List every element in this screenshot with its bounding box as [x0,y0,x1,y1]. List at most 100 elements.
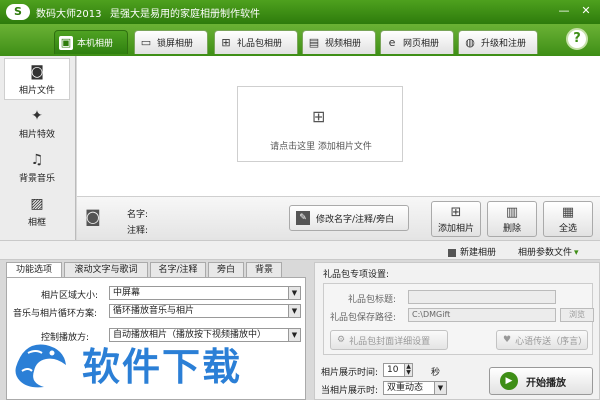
tab-web-album[interactable]: e 网页相册 [380,30,454,54]
delete-button[interactable]: ▥ 删除 [487,201,537,237]
tab-lockscreen-album[interactable]: ▭ 锁屏相册 [134,30,208,54]
minimize-button[interactable]: — [556,3,572,19]
tab-label: 本机相册 [77,39,114,49]
edit-name-note-button[interactable]: ✎ 修改名字/注释/旁白 [289,205,409,231]
sidebar-item-label: 相框 [27,217,46,228]
tab-label: 网页相册 [403,39,440,49]
display-time-spinner[interactable]: 10 ▲ ▼ [383,363,413,377]
app-slogan: 是强大是易用的家庭相册制作软件 [110,9,260,20]
album-params-label: 相册参数文件 [518,248,573,258]
sidebar-item-photo-files[interactable]: ◙ 相片文件 [4,58,70,100]
save-path-label: 礼品包保存路径: [330,313,397,323]
loop-scheme-select[interactable]: 循环播放音乐与相片 ▼ [109,304,301,318]
photo-area: ⊞ 请点击这里 添加相片文件 [77,56,600,196]
tab-name-note[interactable]: 名字/注释 [150,262,206,278]
new-album-link[interactable]: 新建相册 [448,245,496,258]
dragon-logo-icon [15,344,66,388]
play-icon: ▶ [500,372,518,390]
music-icon: ♫ [30,151,44,168]
tab-gift-album[interactable]: ⊞ 礼品包相册 [214,30,298,54]
effects-icon: ✦ [31,107,43,124]
options-tabs: 功能选项 滚动文字与歌词 名字/注释 旁白 背景 [6,262,306,279]
spinner-arrows-icon: ▲ ▼ [404,364,412,376]
globe-icon: ◍ [465,36,475,49]
loop-scheme-value: 循环播放音乐与相片 [113,306,195,316]
grid-icon: ▦ [561,204,575,220]
transition-label: 当相片展示时: [321,386,379,396]
select-all-button[interactable]: ▦ 全选 [543,201,593,237]
select-all-label: 全选 [558,223,577,234]
chevron-down-icon: ▼ [434,382,446,394]
transition-value: 双重动态 [387,383,424,393]
gift-cover-settings-button[interactable]: ⚙ 礼品包封面详细设置 [330,330,448,350]
tab-upgrade-register[interactable]: ◍ 升级和注册 [458,30,538,54]
gift-title-input[interactable] [408,290,556,304]
heart-message-label: 心语传送（序言） [515,336,588,347]
camera-icon: ◙ [85,207,101,226]
sidebar-item-frame[interactable]: ▨ 相框 [4,190,70,232]
tab-local-album[interactable]: ▣ 本机相册 [54,30,128,54]
film-icon: ▤ [308,36,320,49]
gift-settings-title: 礼品包专项设置: [323,270,390,280]
start-play-button[interactable]: ▶ 开始播放 [489,367,593,395]
camera-icon: ◙ [30,63,44,80]
sidebar-item-background-music[interactable]: ♫ 背景音乐 [4,146,70,188]
gift-cover-label: 礼品包封面详细设置 [349,336,431,347]
browse-button[interactable]: 浏览 [560,308,594,322]
sidebar: ◙ 相片文件 ✦ 相片特效 ♫ 背景音乐 ▨ 相框 [0,56,76,240]
album-params-menu[interactable]: 相册参数文件 ▾ [518,245,579,258]
display-time-label: 相片展示时间: [321,368,379,378]
gift-icon: ⊞ [221,36,231,49]
sidebar-item-label: 背景音乐 [18,173,55,184]
gift-settings-box: 礼品包标题: 礼品包保存路径: C:\DMGift 浏览 ⚙ 礼品包封面详细设置… [323,283,594,355]
help-button[interactable]: ? [566,28,588,50]
chevron-down-icon: ▼ [288,287,300,299]
add-photo-label: 添加相片 [437,223,474,234]
heart-icon: ♥ [503,335,512,345]
note-label: 注释: [127,226,149,236]
photo-size-select[interactable]: 中屏幕 ▼ [109,286,301,300]
tab-label: 礼品包相册 [237,39,283,49]
seconds-unit: 秒 [431,368,441,378]
settings-icon: ⚙ [337,335,346,345]
document-icon [448,248,456,257]
display-time-value: 10 [387,365,399,375]
photo-size-label: 相片区域大小: [41,291,99,301]
browser-icon: e [388,36,396,49]
tab-scroll-text-lyrics[interactable]: 滚动文字与歌词 [64,262,148,278]
pencil-icon: ✎ [296,211,310,225]
trash-icon: ▥ [505,204,519,220]
delete-label: 删除 [502,223,521,234]
gift-title-label: 礼品包标题: [348,295,397,305]
photo-album-icon: ▣ [59,35,73,50]
chevron-down-icon: ▼ [288,305,300,317]
loop-scheme-label: 音乐与相片循环方案: [13,309,98,319]
add-photo-dropzone[interactable]: ⊞ 请点击这里 添加相片文件 [237,86,403,162]
transition-select[interactable]: 双重动态 ▼ [383,381,447,395]
chevron-down-icon: ▼ [288,329,300,341]
tab-label: 视频相册 [325,39,362,49]
tab-narration[interactable]: 旁白 [208,262,244,278]
add-image-icon: ⊞ [312,107,326,126]
add-photo-button[interactable]: ⊞ 添加相片 [431,201,481,237]
monitor-icon: ▭ [140,36,152,49]
app-title: 数码大师2013 [36,9,102,20]
tab-video-album[interactable]: ▤ 视频相册 [302,30,376,54]
chevron-down-icon: ▾ [574,248,579,258]
save-path-input[interactable]: C:\DMGift [408,308,556,322]
tab-background[interactable]: 背景 [246,262,282,278]
sidebar-item-photo-effects[interactable]: ✦ 相片特效 [4,102,70,144]
frame-icon: ▨ [30,195,44,212]
watermark-text: 软件下载 [82,344,243,389]
start-play-label: 开始播放 [526,377,566,389]
heart-message-button[interactable]: ♥ 心语传送（序言） [496,330,588,350]
close-button[interactable]: ✕ [578,3,594,19]
main-tab-strip: ▣ 本机相册 ▭ 锁屏相册 ⊞ 礼品包相册 ▤ 视频相册 e 网页相册 ◍ 升级… [0,24,600,56]
photo-size-value: 中屏幕 [113,288,141,298]
gift-settings-panel: 礼品包专项设置: 礼品包标题: 礼品包保存路径: C:\DMGift 浏览 ⚙ … [314,262,600,400]
dropzone-text: 请点击这里 添加相片文件 [270,142,372,152]
new-album-label: 新建相册 [460,248,497,258]
tab-label: 锁屏相册 [157,39,194,49]
name-label: 名字: [127,210,149,220]
sidebar-item-label: 相片特效 [18,129,55,140]
